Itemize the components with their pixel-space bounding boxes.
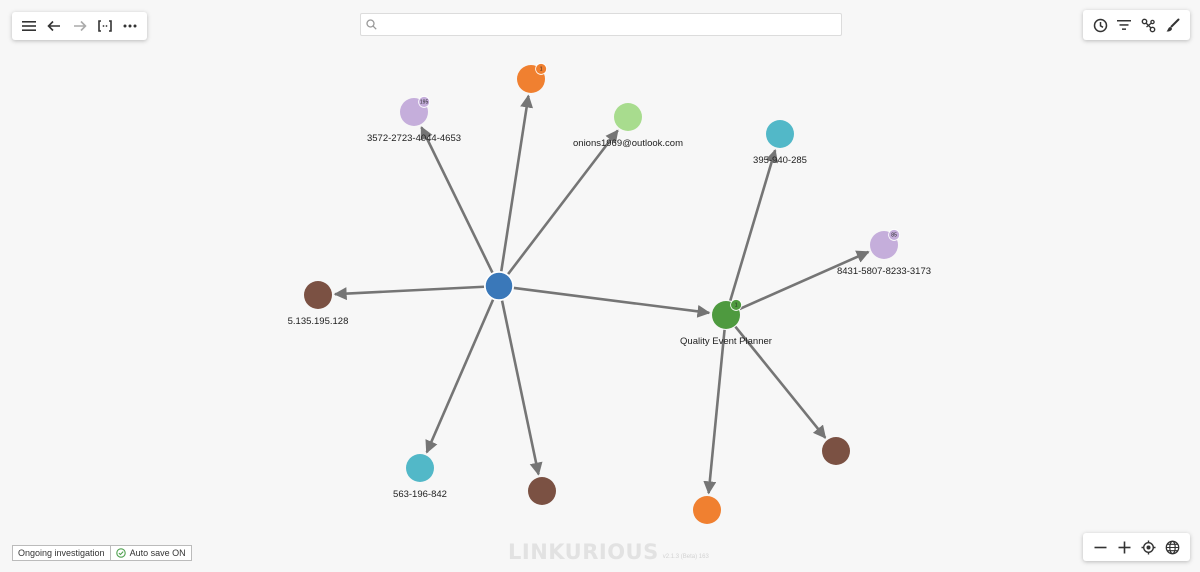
graph-node-brown2[interactable]: [528, 477, 556, 505]
geo-mode-button[interactable]: [1162, 536, 1184, 558]
graph-edge-center-brown2[interactable]: [500, 300, 543, 476]
graph-node-email[interactable]: onions1969@outlook.com: [573, 103, 683, 149]
more-horizontal-icon: [123, 24, 137, 28]
node-label: 563-196-842: [393, 489, 447, 500]
graph-node-phone1[interactable]: 563-196-842: [393, 454, 447, 500]
arrow-left-icon: [47, 20, 61, 32]
autosave-status-label: Auto save ON: [129, 548, 186, 558]
graph-node-ip[interactable]: 5.135.195.128: [288, 281, 349, 327]
timeline-button[interactable]: [1089, 14, 1111, 36]
node-label: Quality Event Planner: [680, 336, 772, 347]
more-button[interactable]: [119, 15, 141, 37]
graph-edge-center-ip[interactable]: [333, 285, 485, 301]
clock-icon: [1093, 18, 1107, 32]
version-label: v2.1.3 (Beta) 163: [662, 554, 709, 560]
crosshair-icon: [1141, 540, 1156, 554]
paintbrush-icon: [1166, 18, 1180, 32]
graph-edge-center-company[interactable]: [513, 286, 711, 318]
autosave-status[interactable]: Auto save ON: [110, 545, 192, 561]
graph-edge-center-email[interactable]: [507, 129, 619, 275]
minus-icon: [1094, 546, 1106, 548]
linkurious-logo: LINKURIOUS v2.1.3 (Beta) 163: [508, 540, 709, 564]
graph-edge-company-phone2[interactable]: [729, 149, 779, 301]
graph-edge-center-org1[interactable]: [500, 94, 534, 272]
node-label: 5.135.195.128: [288, 316, 349, 327]
globe-icon: [1166, 540, 1180, 554]
node-circle[interactable]: [822, 437, 850, 465]
node-circle[interactable]: [406, 454, 434, 482]
node-label: 395-940-285: [753, 155, 807, 166]
node-circle[interactable]: [528, 477, 556, 505]
code-button[interactable]: [94, 15, 116, 37]
node-circle[interactable]: [614, 103, 642, 131]
check-circle-icon: [115, 548, 126, 558]
filter-icon: [1117, 20, 1132, 30]
back-button[interactable]: [43, 15, 65, 37]
plus-icon: [1118, 541, 1131, 553]
graph-canvas[interactable]: 1 Quality Event Planner 195 3572-2723-4044-…: [0, 0, 1200, 572]
logo-text: LINKURIOUS: [508, 540, 659, 564]
graph-node-card1[interactable]: 195 3572-2723-4044-4653: [367, 96, 461, 144]
zoom-out-button[interactable]: [1089, 536, 1111, 558]
brackets-icon: [97, 20, 112, 32]
graph-node-card2[interactable]: 85 8431-5807-8233-3173: [837, 229, 931, 277]
graph-node-phone2[interactable]: 395-940-285: [753, 120, 807, 166]
investigation-status-label: Ongoing investigation: [18, 548, 105, 558]
graph-node-brown3[interactable]: [822, 437, 850, 465]
node-circle[interactable]: [304, 281, 332, 309]
arrow-right-icon: [73, 20, 87, 32]
graph-node-orange2[interactable]: [693, 496, 721, 524]
graph-node-org1[interactable]: 1: [517, 63, 547, 93]
graph-edge-company-orange2[interactable]: [703, 329, 726, 495]
node-label: onions1969@outlook.com: [573, 138, 683, 149]
tools-toolbar: [1083, 10, 1190, 40]
main-toolbar: [12, 12, 147, 40]
locate-button[interactable]: [1138, 536, 1160, 558]
design-button[interactable]: [1162, 14, 1184, 36]
node-label: 3572-2723-4044-4653: [367, 133, 461, 144]
search-input[interactable]: [381, 14, 841, 35]
status-bar: Ongoing investigation Auto save ON: [12, 545, 192, 561]
menu-button[interactable]: [18, 15, 40, 37]
search-bar: [360, 13, 842, 36]
node-circle[interactable]: [766, 120, 794, 148]
node-label: 8431-5807-8233-3173: [837, 266, 931, 277]
graph-node-center[interactable]: [484, 271, 514, 301]
graph-layout-icon: [1141, 18, 1156, 32]
forward-button[interactable]: [69, 15, 91, 37]
layout-button[interactable]: [1138, 14, 1160, 36]
search-icon: [366, 19, 377, 30]
node-circle[interactable]: [693, 496, 721, 524]
filter-button[interactable]: [1113, 14, 1135, 36]
node-badge-count: 1: [735, 303, 738, 309]
node-circle[interactable]: [484, 271, 514, 301]
graph-node-company[interactable]: 1 Quality Event Planner: [680, 299, 772, 347]
graph-edge-center-phone1[interactable]: [425, 299, 495, 454]
hamburger-menu-icon: [22, 21, 36, 31]
zoom-in-button[interactable]: [1113, 536, 1135, 558]
graph-edge-center-card1[interactable]: [420, 126, 494, 274]
zoom-toolbar: [1083, 533, 1190, 561]
node-badge-count: 195: [420, 100, 429, 106]
graph-edge-company-card2[interactable]: [739, 250, 870, 311]
node-badge-count: 85: [891, 233, 897, 239]
node-badge-count: 1: [540, 67, 543, 73]
investigation-status[interactable]: Ongoing investigation: [12, 545, 111, 561]
